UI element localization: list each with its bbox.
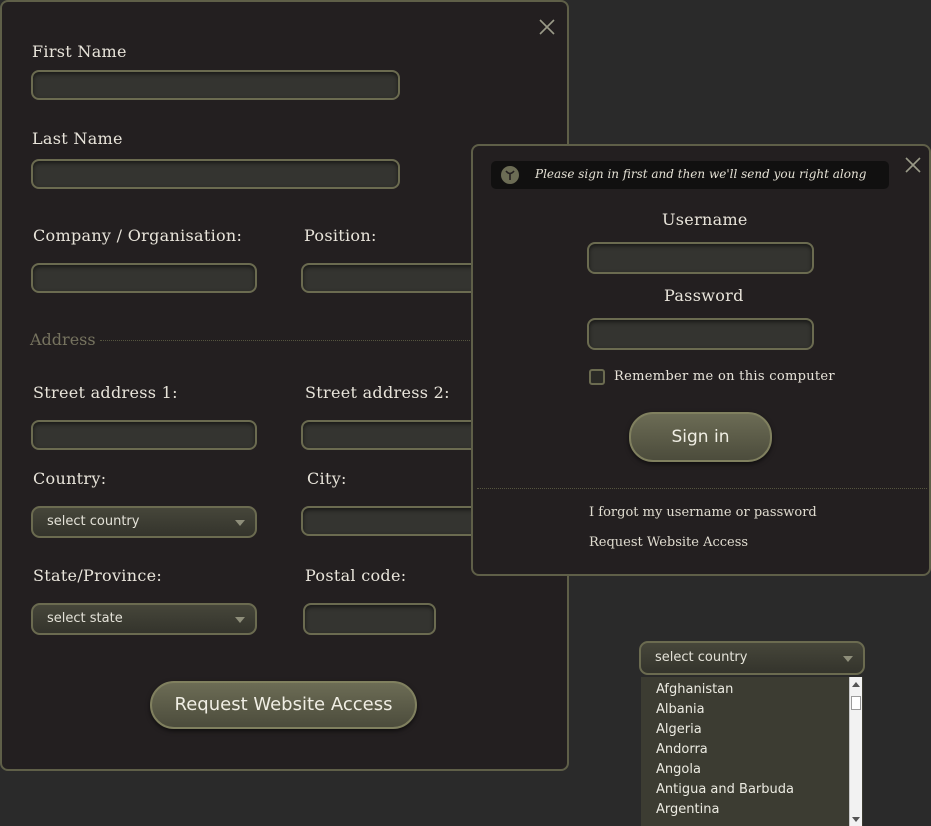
address-divider (100, 340, 520, 341)
country-option[interactable]: Argentina (656, 802, 719, 817)
country-option[interactable]: Afghanistan (656, 682, 733, 697)
remember-me-checkbox[interactable] (589, 369, 605, 385)
state-select[interactable]: select state (31, 603, 257, 635)
username-field[interactable] (587, 242, 814, 274)
scrollbar-thumb[interactable] (851, 696, 861, 710)
info-icon (500, 165, 520, 189)
street2-label: Street address 2: (305, 383, 450, 402)
last-name-field[interactable] (31, 159, 400, 189)
close-icon[interactable] (537, 17, 557, 37)
country-dropdown-value: select country (655, 650, 748, 665)
position-label: Position: (304, 226, 377, 245)
chevron-down-icon (235, 520, 245, 526)
country-option[interactable]: Andorra (656, 742, 708, 757)
scroll-down-icon[interactable] (852, 817, 860, 822)
country-dropdown-scrollbar[interactable] (849, 677, 862, 826)
scroll-up-icon[interactable] (852, 682, 860, 687)
remember-me-label: Remember me on this computer (614, 369, 835, 384)
chevron-down-icon (235, 617, 245, 623)
country-select[interactable]: select country (31, 506, 257, 538)
country-option[interactable]: Albania (656, 702, 705, 717)
country-dropdown-select[interactable]: select country (639, 641, 865, 675)
first-name-label: First Name (32, 42, 127, 61)
signin-notice-text: Please sign in first and then we'll send… (535, 167, 867, 181)
address-section-label: Address (30, 330, 96, 349)
request-access-button[interactable]: Request Website Access (150, 681, 417, 729)
country-select-value: select country (47, 514, 140, 529)
password-label: Password (664, 286, 744, 305)
last-name-label: Last Name (32, 129, 123, 148)
close-icon[interactable] (903, 155, 923, 175)
company-field[interactable] (31, 263, 257, 293)
city-label: City: (307, 469, 347, 488)
postal-code-field[interactable] (303, 603, 436, 635)
request-access-link[interactable]: Request Website Access (589, 535, 748, 550)
signin-button[interactable]: Sign in (629, 412, 772, 462)
country-dropdown-list: Afghanistan Albania Algeria Andorra Ango… (641, 677, 863, 826)
country-option[interactable]: Antigua and Barbuda (656, 782, 794, 797)
state-label: State/Province: (33, 566, 163, 585)
chevron-down-icon (843, 656, 853, 662)
company-label: Company / Organisation: (33, 226, 243, 245)
country-label: Country: (33, 469, 107, 488)
forgot-password-link[interactable]: I forgot my username or password (589, 505, 817, 520)
first-name-field[interactable] (31, 70, 400, 100)
state-select-value: select state (47, 611, 123, 626)
country-option[interactable]: Algeria (656, 722, 702, 737)
country-option[interactable]: Angola (656, 762, 701, 777)
signin-notice: Please sign in first and then we'll send… (491, 161, 889, 189)
street1-field[interactable] (31, 420, 257, 450)
password-field[interactable] (587, 318, 814, 350)
street1-label: Street address 1: (33, 383, 178, 402)
postal-code-label: Postal code: (305, 566, 407, 585)
username-label: Username (662, 210, 748, 229)
signin-divider (477, 488, 927, 489)
signin-panel: Please sign in first and then we'll send… (471, 144, 931, 576)
